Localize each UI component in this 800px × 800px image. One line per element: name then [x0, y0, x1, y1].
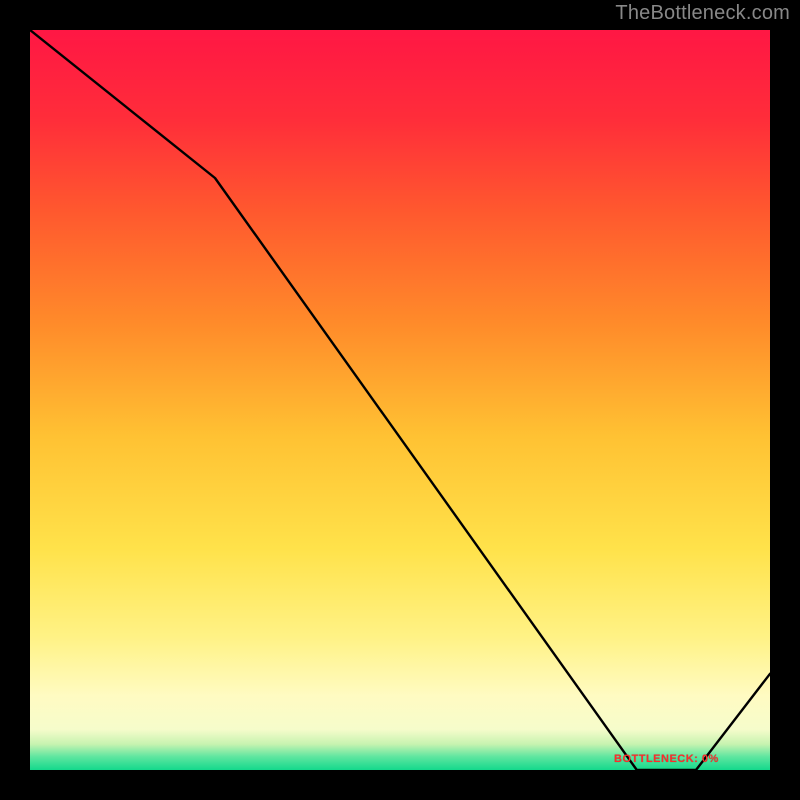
watermark-text: TheBottleneck.com — [615, 2, 790, 25]
plot-frame: BOTTLENECK: 0% — [30, 30, 770, 770]
plot-background — [30, 30, 770, 770]
annotation-label: BOTTLENECK: 0% — [614, 753, 719, 765]
chart-container: TheBottleneck.com BOTTLENECK: 0% — [0, 0, 800, 800]
plot-svg — [30, 30, 770, 770]
